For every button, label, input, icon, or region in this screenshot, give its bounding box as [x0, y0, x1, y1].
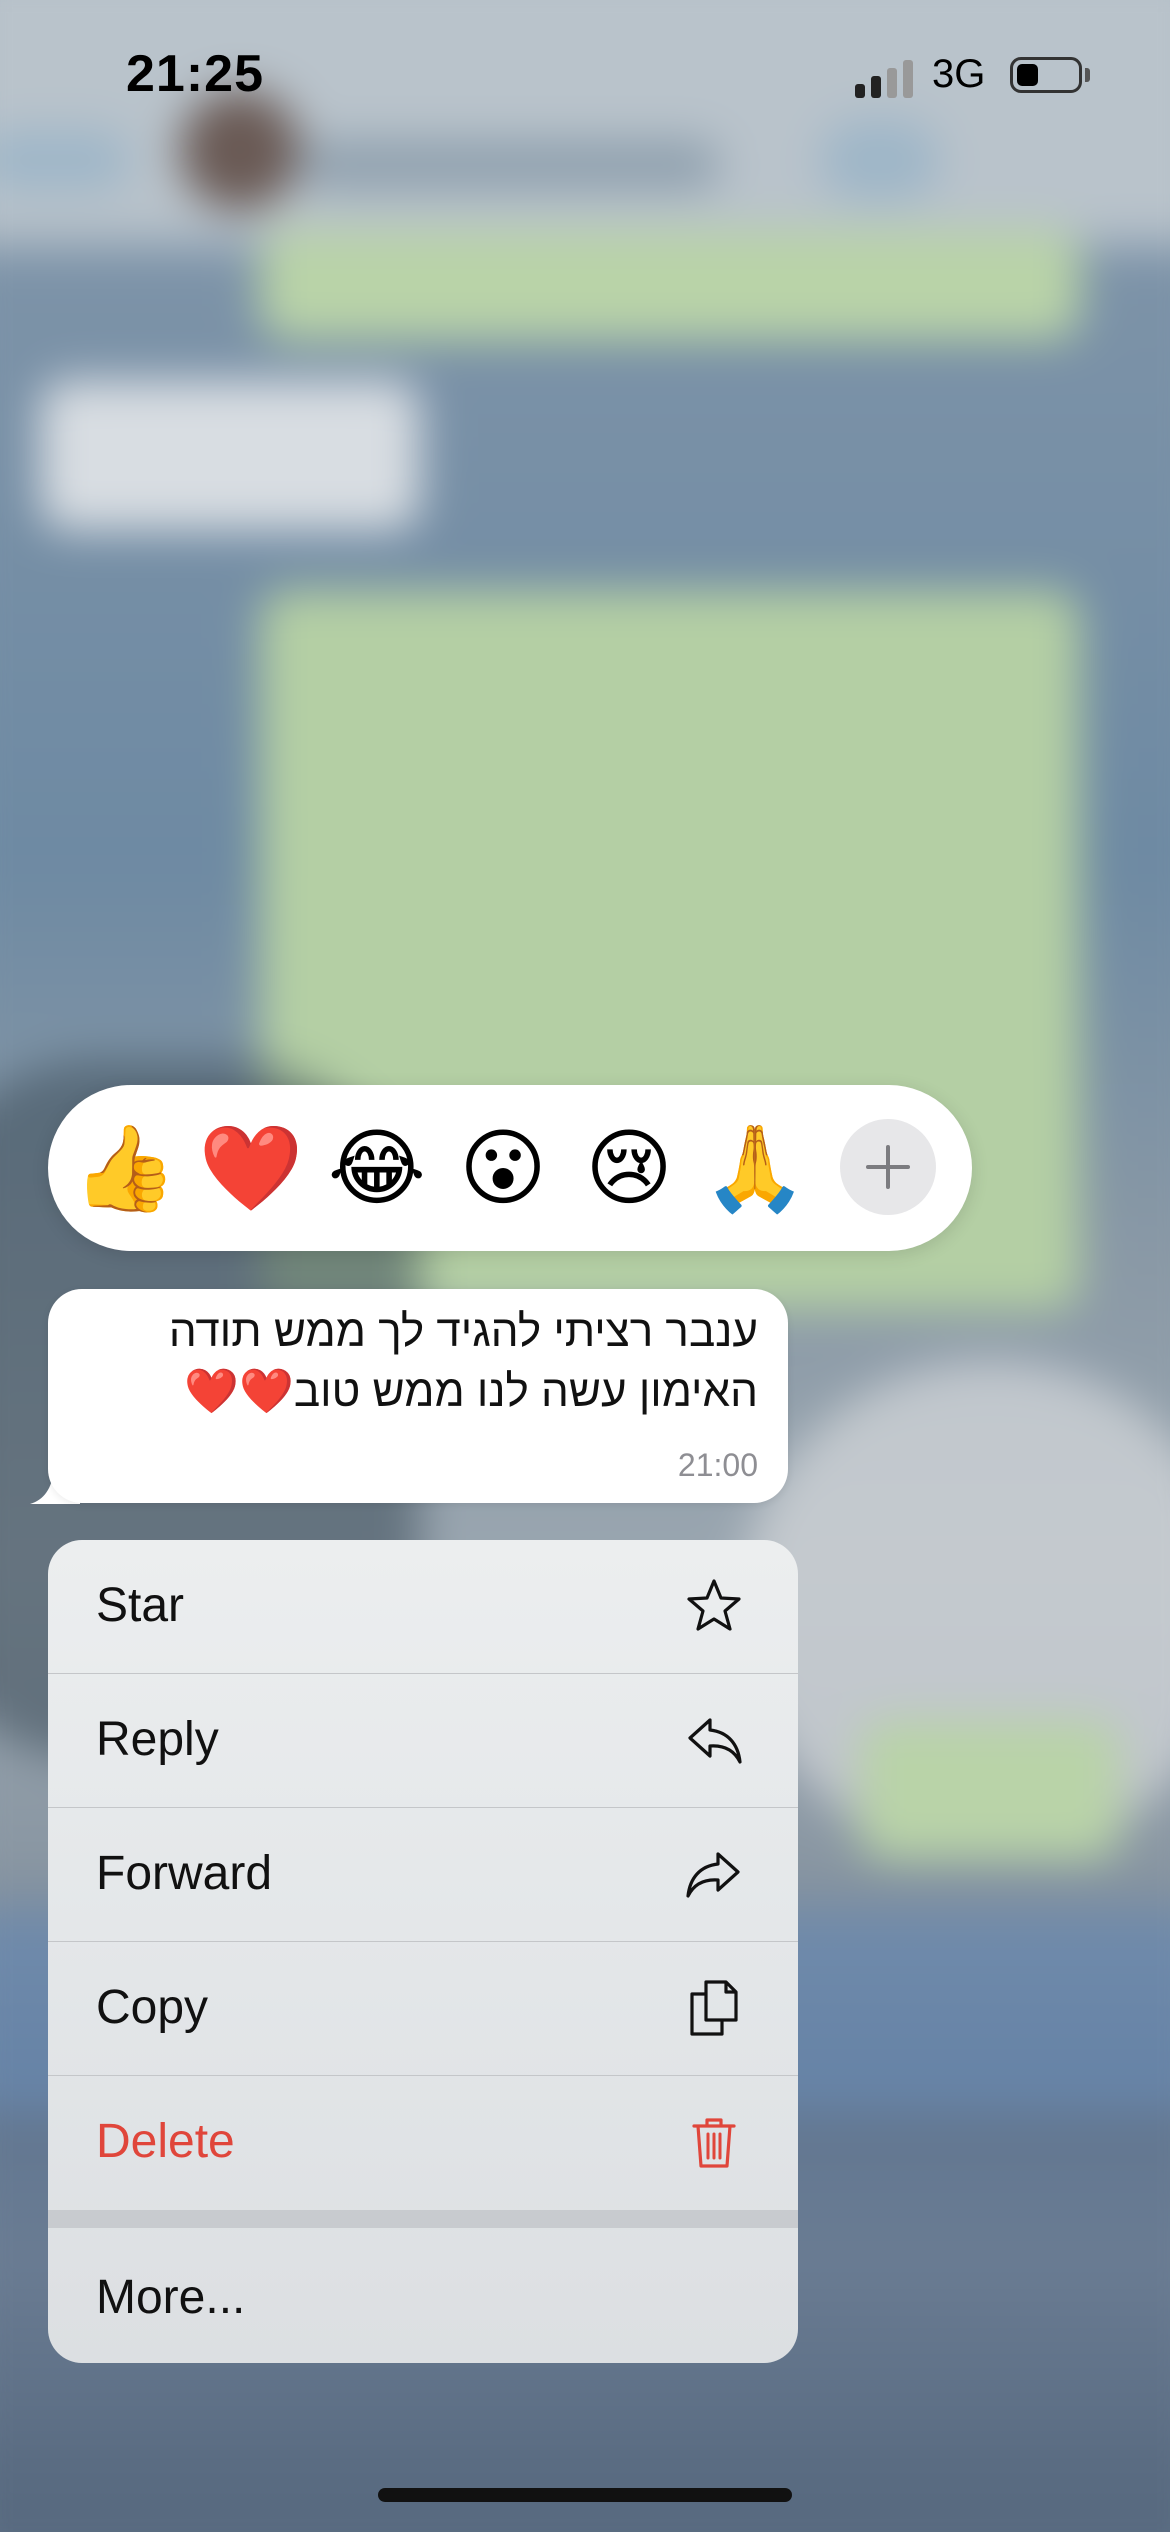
- reaction-crying[interactable]: 😢: [574, 1113, 684, 1223]
- menu-item-label: Reply: [96, 1713, 219, 1766]
- star-icon: [687, 1579, 741, 1631]
- copy-icon: [690, 1980, 738, 2036]
- menu-item-reply[interactable]: Reply: [48, 1674, 798, 1807]
- menu-item-copy[interactable]: Copy: [48, 1942, 798, 2075]
- plus-icon[interactable]: [840, 1119, 936, 1215]
- status-time: 21:25: [126, 45, 264, 103]
- trash-icon: [692, 2118, 736, 2168]
- message-bubble[interactable]: ענבר רציתי להגיד לך ממש תודה האימון עשה …: [48, 1289, 788, 1503]
- message-text-line1: ענבר רציתי להגיד לך ממש תודה: [168, 1307, 758, 1356]
- home-indicator[interactable]: [378, 2488, 792, 2502]
- message-timestamp: 21:00: [677, 1447, 758, 1483]
- menu-item-star[interactable]: Star: [48, 1540, 798, 1673]
- status-bar: 21:25 3G: [0, 0, 1170, 150]
- menu-item-forward[interactable]: Forward: [48, 1808, 798, 1941]
- message-text-line2: האימון עשה לנו ממש טוב❤️❤️: [184, 1367, 758, 1416]
- reaction-surprised[interactable]: 😮: [448, 1113, 558, 1223]
- forward-icon: [686, 1852, 740, 1898]
- reply-icon: [688, 1718, 742, 1764]
- message-context-menu: Star Reply Forward Copy Delete More...: [48, 1540, 798, 2363]
- menu-item-label: Forward: [96, 1847, 273, 1900]
- menu-item-label: Star: [96, 1579, 185, 1632]
- reaction-thumbs-up[interactable]: 👍: [70, 1113, 180, 1223]
- reaction-heart[interactable]: ❤️: [196, 1113, 306, 1223]
- menu-group-separator: [48, 2210, 798, 2228]
- menu-item-more[interactable]: More...: [48, 2228, 798, 2361]
- reaction-folded-hands[interactable]: 🙏: [700, 1113, 810, 1223]
- network-type: 3G: [932, 52, 986, 96]
- signal-icon: [855, 58, 917, 98]
- menu-item-label: Copy: [96, 1981, 209, 2034]
- menu-item-delete[interactable]: Delete: [48, 2076, 798, 2209]
- menu-item-label: Delete: [96, 2115, 235, 2168]
- reaction-tears-of-joy[interactable]: 😂: [322, 1113, 432, 1223]
- battery-icon: [1010, 57, 1082, 93]
- menu-item-label: More...: [96, 2271, 246, 2324]
- reaction-bar: 👍 ❤️ 😂 😮 😢 🙏: [48, 1085, 972, 1251]
